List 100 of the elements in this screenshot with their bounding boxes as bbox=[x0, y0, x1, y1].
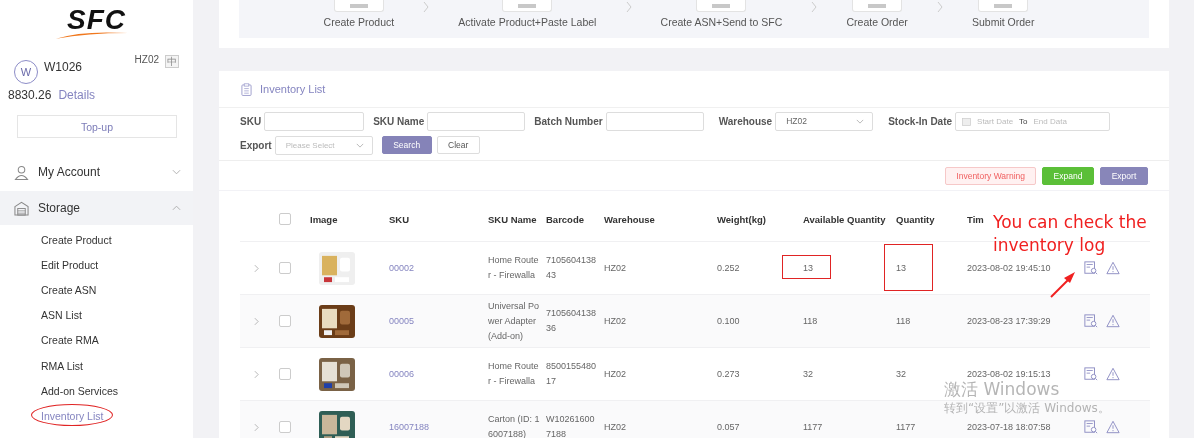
table-cell-text: HZ02 bbox=[603, 263, 627, 273]
filter-label: Stock-In Date bbox=[888, 115, 953, 127]
menu-item[interactable]: Edit Product bbox=[0, 252, 193, 278]
search-button[interactable]: Search bbox=[381, 136, 432, 154]
chevron-up-icon bbox=[172, 205, 181, 211]
clipboard-icon bbox=[241, 82, 252, 96]
table-cell-text: 0.100 bbox=[716, 316, 741, 326]
chevron-right-icon bbox=[811, 1, 818, 13]
chevron-down-icon bbox=[355, 142, 364, 148]
warning-icon[interactable] bbox=[1106, 314, 1120, 328]
column-header: SKU Name bbox=[488, 213, 537, 225]
table-cell-text: 710560413836 bbox=[545, 307, 598, 335]
table-cell-text: Universal Power Adapter (Add-on) bbox=[487, 299, 540, 343]
filter-label: Batch Number bbox=[534, 115, 603, 127]
table-cell-text: 2023-08-02 19:45:10 bbox=[966, 263, 1052, 273]
column-header: Tim bbox=[967, 213, 984, 225]
language-button[interactable]: 中 bbox=[165, 55, 179, 68]
warehouse-select[interactable]: HZ02 bbox=[775, 111, 874, 131]
table-cell-text: 2023-07-18 18:07:58 bbox=[966, 422, 1052, 432]
warning-icon[interactable] bbox=[1106, 420, 1120, 434]
table-cell-text: Carton (ID: 16007188) bbox=[487, 413, 540, 438]
log-icon[interactable] bbox=[1084, 261, 1098, 275]
annotation-arrow bbox=[1050, 271, 1076, 298]
log-icon[interactable] bbox=[1084, 367, 1098, 381]
checkbox[interactable] bbox=[279, 262, 291, 274]
table-cell-text: 118 bbox=[895, 316, 912, 326]
sku-link[interactable]: 00005 bbox=[389, 316, 415, 326]
column-header: Warehouse bbox=[604, 213, 655, 225]
warning-icon[interactable] bbox=[1106, 261, 1120, 275]
log-icon[interactable] bbox=[1084, 420, 1098, 434]
expand-icon[interactable] bbox=[254, 263, 259, 273]
expand-icon[interactable] bbox=[254, 369, 259, 379]
person-icon bbox=[14, 164, 29, 180]
menu-item[interactable]: Create Product bbox=[0, 227, 193, 253]
step-label: Create Order bbox=[846, 16, 908, 28]
menu-item[interactable]: Create RMA bbox=[0, 327, 193, 353]
menu-item[interactable]: ASN List bbox=[0, 302, 193, 328]
menu-group[interactable]: Storage bbox=[0, 191, 193, 225]
details-link[interactable]: Details bbox=[58, 88, 96, 102]
checkbox[interactable] bbox=[279, 213, 291, 225]
warehouse-code: HZ02 bbox=[134, 54, 159, 65]
annotation-text: You can check the inventory log bbox=[993, 211, 1148, 257]
chevron-right-icon bbox=[625, 1, 632, 13]
step-label: Submit Order bbox=[971, 16, 1035, 28]
table-cell-text: Home Router - Firewalla bbox=[487, 360, 540, 388]
menu-item[interactable]: Add-on Services bbox=[0, 378, 193, 404]
table-cell-text: 2023-08-02 19:15:13 bbox=[966, 369, 1052, 379]
sku-name-field[interactable] bbox=[427, 111, 526, 131]
step-label: Create Product bbox=[323, 16, 395, 28]
filter-label: Export bbox=[240, 139, 272, 151]
warning-icon[interactable] bbox=[1106, 367, 1120, 381]
table-cell-text: 0.057 bbox=[716, 422, 741, 432]
table-cell-text: HZ02 bbox=[603, 422, 627, 432]
log-icon[interactable] bbox=[1084, 314, 1098, 328]
toolbar-button[interactable]: Inventory Warning bbox=[945, 167, 1036, 185]
batch-number-field[interactable] bbox=[605, 111, 704, 131]
menu-item[interactable]: Inventory List bbox=[0, 403, 193, 429]
chevron-right-icon bbox=[423, 1, 430, 13]
checkbox[interactable] bbox=[279, 315, 291, 327]
column-header: Image bbox=[310, 213, 338, 225]
topup-button[interactable]: Top-up bbox=[17, 115, 177, 138]
sku-link[interactable]: 00006 bbox=[389, 369, 415, 379]
expand-icon[interactable] bbox=[254, 316, 259, 326]
column-header: SKU bbox=[389, 213, 410, 225]
chevron-down-icon bbox=[856, 118, 865, 124]
step-label: Activate Product+Paste Label bbox=[458, 16, 597, 28]
table-cell-text: 1177 bbox=[802, 422, 824, 432]
sku-link[interactable]: 16007188 bbox=[389, 422, 430, 432]
calendar-icon bbox=[962, 116, 972, 126]
clear-button[interactable]: Clear bbox=[436, 136, 480, 154]
table-cell-text: 2023-08-23 17:39:29 bbox=[966, 316, 1052, 326]
step-label: Create ASN+Send to SFC bbox=[660, 16, 783, 28]
expand-icon[interactable] bbox=[254, 422, 259, 432]
menu-item[interactable]: RMA List bbox=[0, 352, 193, 379]
highlight-box bbox=[884, 244, 933, 291]
table-cell-text: 0.273 bbox=[716, 369, 741, 379]
filter-label: SKU bbox=[240, 115, 262, 127]
table-cell-text: 0.252 bbox=[716, 263, 741, 273]
balance: 8830.26 bbox=[8, 88, 52, 102]
menu-group[interactable]: My Account bbox=[0, 155, 193, 189]
toolbar-button[interactable]: Export bbox=[1100, 167, 1148, 185]
warehouse-icon bbox=[14, 200, 29, 216]
column-header: Weight(kg) bbox=[717, 213, 766, 225]
sku-field[interactable] bbox=[264, 111, 365, 131]
column-header: Available Quantity bbox=[803, 213, 886, 225]
section-title: Inventory List bbox=[260, 83, 326, 95]
filter-label: SKU Name bbox=[373, 115, 425, 127]
activation-notice: 激活 Windows bbox=[944, 381, 1060, 398]
menu-item[interactable]: Create ASN bbox=[0, 277, 193, 303]
table-cell-text: 710560413843 bbox=[545, 254, 598, 282]
chevron-down-icon bbox=[172, 169, 181, 175]
table-cell-text: 850015548017 bbox=[545, 360, 598, 388]
toolbar-button[interactable]: Expand bbox=[1042, 167, 1094, 185]
table-cell-text: 13 bbox=[895, 263, 907, 273]
checkbox[interactable] bbox=[279, 368, 291, 380]
checkbox[interactable] bbox=[279, 421, 291, 433]
table-cell-text: 118 bbox=[802, 316, 819, 326]
sku-link[interactable]: 00002 bbox=[389, 263, 415, 273]
table-cell-text: 32 bbox=[802, 369, 814, 379]
activation-hint: 转到“设置”以激活 Windows。 bbox=[944, 400, 1110, 417]
